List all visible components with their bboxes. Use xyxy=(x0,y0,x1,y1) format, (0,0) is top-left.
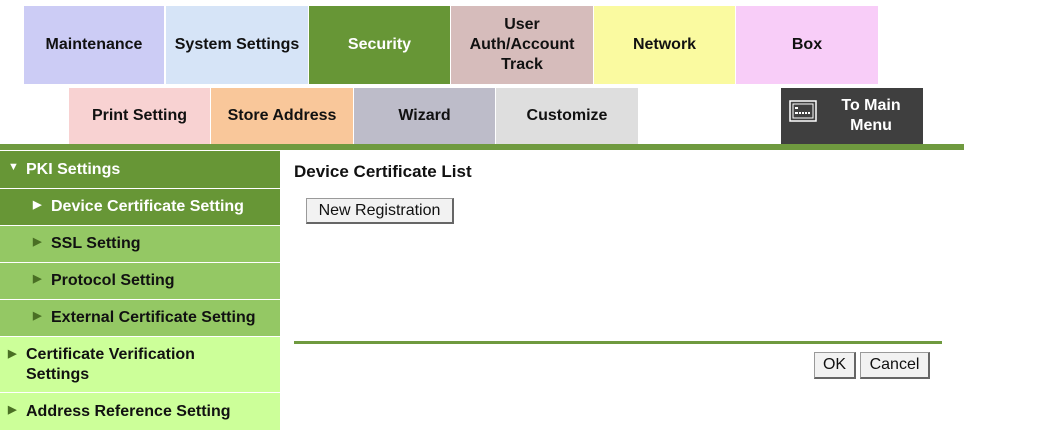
tab-network[interactable]: Network xyxy=(594,6,735,84)
sidebar-item-pki-settings[interactable]: ▼ PKI Settings xyxy=(0,151,280,188)
page-title: Device Certificate List xyxy=(294,162,472,181)
sidebar-item-external-certificate-setting[interactable]: ▶ External Certificate Setting xyxy=(0,300,280,336)
sidebar-item-label: Protocol Setting xyxy=(51,272,175,289)
tab-security[interactable]: Security xyxy=(309,6,450,84)
tab-wizard[interactable]: Wizard xyxy=(354,88,495,144)
triangle-down-icon: ▼ xyxy=(8,161,19,173)
tab-system-settings[interactable]: System Settings xyxy=(166,6,308,84)
cancel-button[interactable]: Cancel xyxy=(860,352,930,379)
sidebar-item-label: PKI Settings xyxy=(26,161,121,178)
triangle-right-icon: ▶ xyxy=(33,310,42,322)
tab-user-auth-account-track[interactable]: User Auth/Account Track xyxy=(451,6,593,84)
ok-button[interactable]: OK xyxy=(814,352,856,379)
new-registration-button[interactable]: New Registration xyxy=(306,198,454,224)
tab-store-address[interactable]: Store Address xyxy=(211,88,353,144)
to-main-menu-button[interactable]: To Main Menu xyxy=(781,88,923,144)
triangle-right-icon: ▶ xyxy=(8,348,17,360)
to-main-menu-label: To Main Menu xyxy=(841,97,901,134)
tab-maintenance[interactable]: Maintenance xyxy=(24,6,164,84)
sidebar-item-protocol-setting[interactable]: ▶ Protocol Setting xyxy=(0,263,280,299)
sidebar-item-label: Device Certificate Setting xyxy=(51,198,244,215)
triangle-right-icon: ▶ xyxy=(33,273,42,285)
sidebar-item-address-reference-setting[interactable]: ▶ Address Reference Setting xyxy=(0,393,280,430)
sidebar-item-ssl-setting[interactable]: ▶ SSL Setting xyxy=(0,226,280,262)
sidebar-item-device-certificate-setting[interactable]: ▶ Device Certificate Setting xyxy=(0,189,280,225)
header-divider xyxy=(0,144,964,150)
tab-print-setting[interactable]: Print Setting xyxy=(69,88,210,144)
sidebar-item-certificate-verification-settings[interactable]: ▶ Certificate Verification Settings xyxy=(0,337,280,392)
sidebar-item-label: Certificate Verification Settings xyxy=(26,346,195,383)
main-menu-icon xyxy=(789,100,817,122)
tab-customize[interactable]: Customize xyxy=(496,88,638,144)
sidebar-item-label: SSL Setting xyxy=(51,235,141,252)
triangle-right-icon: ▶ xyxy=(33,199,42,211)
triangle-right-icon: ▶ xyxy=(33,236,42,248)
sidebar-item-label: External Certificate Setting xyxy=(51,309,256,326)
triangle-right-icon: ▶ xyxy=(8,404,17,416)
sidebar-item-label: Address Reference Setting xyxy=(26,403,231,420)
content-divider xyxy=(294,341,942,344)
tab-box[interactable]: Box xyxy=(736,6,878,84)
